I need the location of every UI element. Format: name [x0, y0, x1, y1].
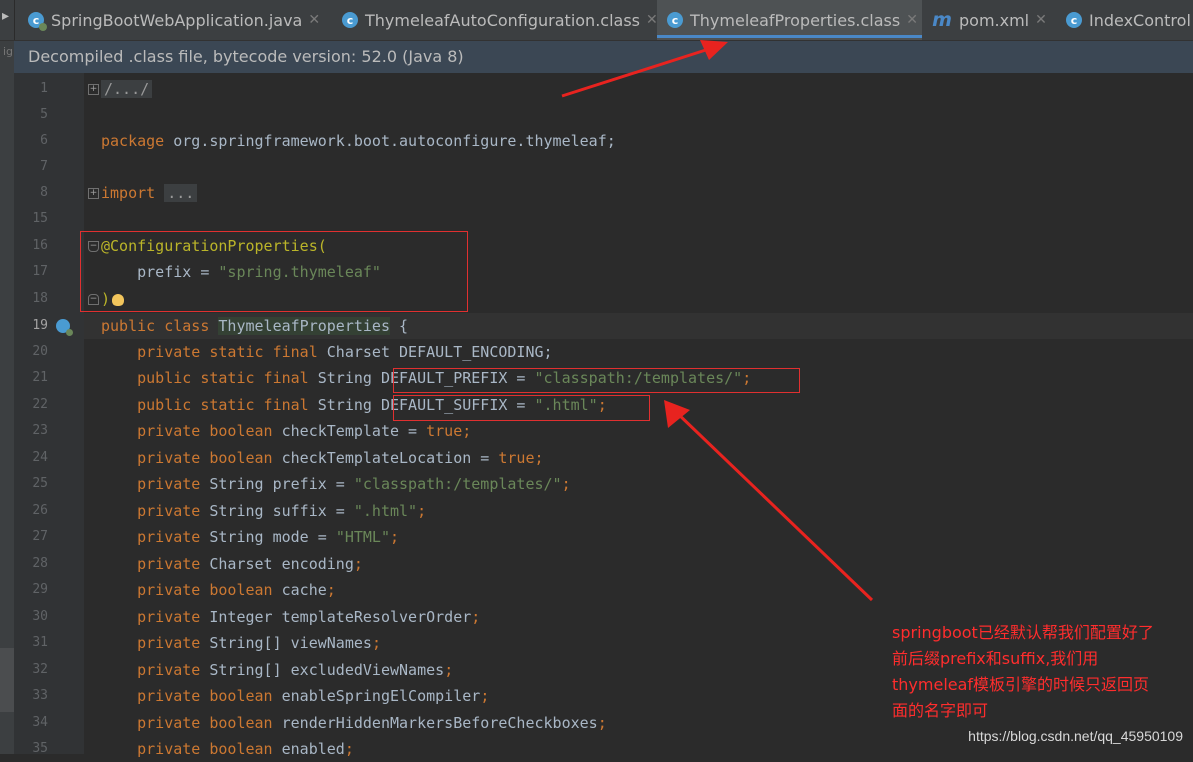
arrow-to-defaults [664, 400, 874, 602]
annotation-note: springboot已经默认帮我们配置好了 前后缀prefix和suffix,我… [892, 620, 1192, 724]
annotation-note-line: 面的名字即可 [892, 701, 989, 720]
watermark: https://blog.csdn.net/qq_45950109 [968, 728, 1183, 744]
arrow-to-tab [561, 40, 728, 98]
annotation-note-line: 前后缀prefix和suffix,我们用 [892, 649, 1099, 668]
annotation-note-line: thymeleaf模板引擎的时候只返回页 [892, 675, 1150, 694]
annotation-note-line: springboot已经默认帮我们配置好了 [892, 623, 1154, 642]
